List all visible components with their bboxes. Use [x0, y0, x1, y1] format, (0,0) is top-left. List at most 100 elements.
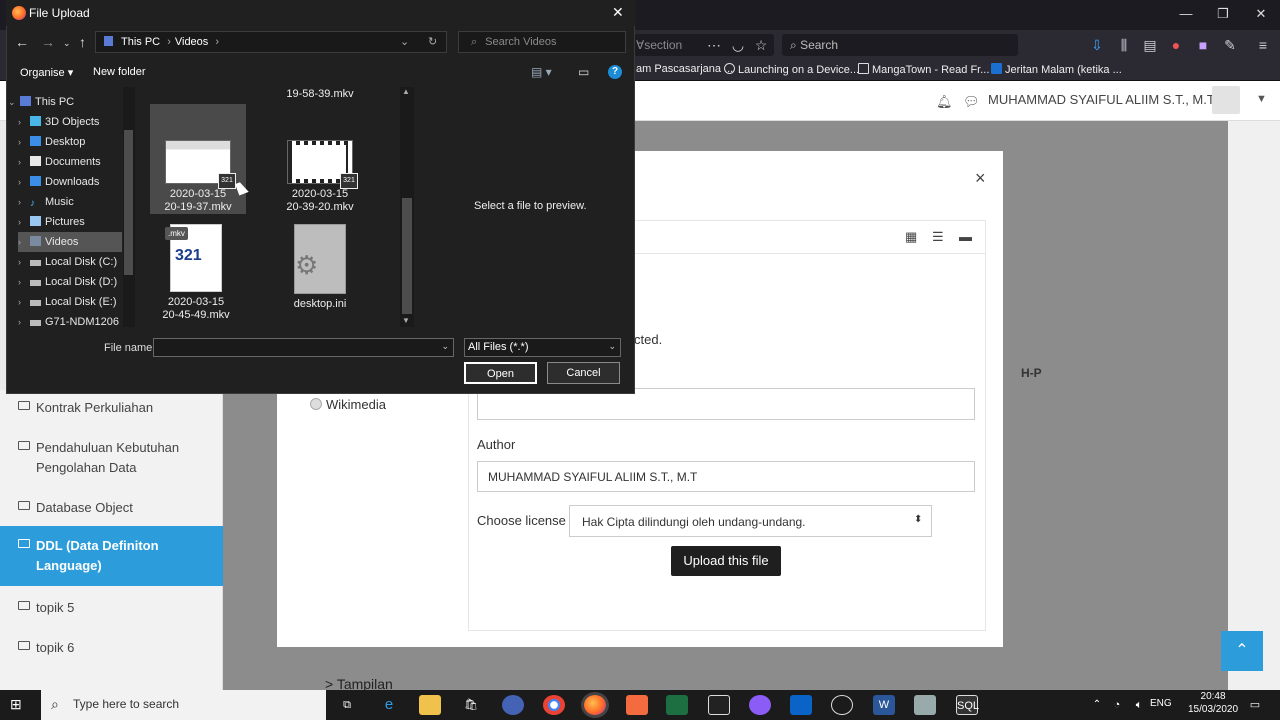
tree-local-disk-d[interactable]: › Local Disk (D:)	[18, 272, 122, 292]
nav-item-ddl[interactable]: DDL (Data Definiton Language)	[0, 526, 223, 586]
sql-icon[interactable]: SQL	[956, 695, 979, 715]
tree-local-disk-e[interactable]: › Local Disk (E:)	[18, 292, 122, 312]
bell-icon[interactable]: 🔔︎	[936, 94, 953, 110]
tree-local-disk-c[interactable]: › Local Disk (C:)	[18, 252, 122, 272]
forward-arrow-icon[interactable]: →	[41, 34, 55, 50]
extension-icon[interactable]: ■	[1193, 37, 1213, 53]
word-icon[interactable]: W	[873, 695, 895, 715]
tree-videos[interactable]: › Videos	[18, 232, 122, 252]
refresh-icon[interactable]: ↻	[428, 35, 437, 48]
store-icon[interactable]: 🛍︎	[460, 695, 482, 715]
nav-item-topik-6[interactable]: topik 6	[0, 638, 223, 658]
preview-pane-icon[interactable]: ▭	[578, 65, 589, 79]
tree-desktop[interactable]: › Desktop	[18, 132, 122, 152]
edge-icon[interactable]: e	[378, 695, 400, 715]
maximize-button[interactable]: ❐	[1213, 6, 1233, 22]
scroll-up-icon[interactable]: ▲	[402, 87, 410, 96]
dialog-search-input[interactable]: ⌕ Search Videos	[458, 31, 626, 53]
maps-icon[interactable]	[749, 695, 771, 715]
folder-view-icon[interactable]: ▬	[959, 229, 972, 244]
chevron-up-icon[interactable]: ⌃	[1086, 695, 1108, 715]
tree-pictures[interactable]: › Pictures	[18, 212, 122, 232]
star-icon[interactable]: ☆	[751, 37, 771, 54]
nav-item-kontrak[interactable]: Kontrak Perkuliahan	[0, 398, 223, 418]
excel-icon[interactable]	[666, 695, 688, 715]
outlook-icon[interactable]	[790, 695, 812, 715]
grid-view-icon[interactable]: ▦	[905, 229, 917, 245]
library-icon[interactable]: ⫼	[1114, 37, 1134, 54]
notification-icon[interactable]: ▭	[1244, 695, 1266, 715]
chat-icon[interactable]: 💬︎	[963, 94, 980, 110]
bookmark-item[interactable]: am Pascasarjana ...	[636, 63, 733, 75]
download-icon[interactable]: ⇩	[1087, 37, 1107, 54]
pen-icon[interactable]: ✎	[1220, 37, 1240, 54]
browser-search-input[interactable]: ⌕ Search	[782, 34, 1018, 56]
recent-locations-icon[interactable]: ⌄	[63, 38, 71, 49]
bookmark-item[interactable]: Launching on a Device...	[724, 63, 859, 76]
tree-music[interactable]: › ♪ Music	[18, 192, 122, 212]
nav-item-database-object[interactable]: Database Object	[0, 498, 223, 518]
back-to-top-button[interactable]: ⌃	[1221, 631, 1263, 671]
new-folder-button[interactable]: New folder	[93, 66, 146, 78]
breadcrumb-this-pc[interactable]: This PC	[121, 36, 160, 48]
avatar[interactable]	[1212, 86, 1240, 114]
filename-input[interactable]: ⌄	[153, 338, 454, 357]
tree-this-pc[interactable]: ⌄ This PC	[8, 92, 112, 112]
chevron-down-icon[interactable]: ⌄	[441, 341, 449, 352]
account-icon[interactable]: ●	[1166, 37, 1186, 53]
tree-documents[interactable]: › Documents	[18, 152, 122, 172]
list-view-icon[interactable]: ☰	[932, 229, 944, 245]
up-arrow-icon[interactable]: ↑	[79, 34, 86, 50]
obs-icon[interactable]	[831, 695, 853, 715]
back-arrow-icon[interactable]: ←	[15, 34, 29, 50]
filetype-select[interactable]: All Files (*.*) ⌄	[464, 338, 621, 357]
author-input[interactable]: MUHAMMAD SYAIFUL ALIIM S.T., M.T	[477, 461, 975, 492]
scroll-down-icon[interactable]: ▼	[402, 316, 410, 325]
bookmark-item[interactable]: MangaTown - Read Fr...	[858, 63, 989, 76]
volume-icon[interactable]: 🔈︎	[1128, 695, 1150, 715]
tree-network-drive[interactable]: › G71-NDM1206 (	[18, 312, 122, 332]
open-button[interactable]: Open	[464, 362, 537, 384]
windows-start-icon[interactable]: ⊞	[10, 696, 22, 713]
file-item[interactable]: .mkv 321 2020-03-15 20-45-49.mkv	[148, 224, 244, 322]
clock[interactable]: 20:48 15/03/2020	[1188, 690, 1238, 716]
cancel-button[interactable]: Cancel	[547, 362, 620, 384]
address-dropdown-icon[interactable]: ⌄	[400, 35, 409, 48]
file-list-scrollbar-thumb[interactable]	[402, 198, 412, 314]
vpn-icon[interactable]	[502, 695, 524, 715]
tree-3d-objects[interactable]: › 3D Objects	[18, 112, 122, 132]
browser-close-button[interactable]: ✕	[1251, 6, 1271, 22]
chevron-down-icon[interactable]: ▼	[1256, 93, 1267, 105]
organise-button[interactable]: Organise ▾	[20, 66, 73, 79]
view-options-icon[interactable]: ▤ ▾	[531, 65, 552, 79]
wifi-icon[interactable]: ◔	[1106, 695, 1128, 715]
repository-wikimedia[interactable]: Wikimedia	[310, 397, 386, 412]
more-icon[interactable]: ⋯	[704, 37, 724, 54]
bookmark-item[interactable]: Jeritan Malam (ketika ...	[991, 63, 1122, 76]
h5p-button[interactable]: H-P	[1021, 366, 1042, 380]
breadcrumb-videos[interactable]: Videos	[175, 36, 208, 48]
file-item-selected[interactable]: 321 2020-03-15 20-19-37.mkv	[150, 104, 246, 214]
upload-button[interactable]: Upload this file	[671, 546, 781, 576]
user-name[interactable]: MUHAMMAD SYAIFUL ALIIM S.T., M.T	[988, 92, 1215, 107]
dialog-close-button[interactable]: ✕	[612, 4, 624, 21]
taskbar-search-input[interactable]: Type here to search	[41, 690, 326, 720]
file-item[interactable]: 19-58-39.mkv	[272, 88, 368, 101]
tree-scrollbar-thumb[interactable]	[124, 130, 133, 275]
pocket-icon[interactable]: ◡	[728, 37, 748, 54]
language-indicator[interactable]: ENG	[1150, 698, 1172, 709]
modal-close-button[interactable]: ×	[975, 168, 986, 189]
file-item[interactable]: 321 2020-03-15 20-39-20.mkv	[272, 140, 368, 214]
file-explorer-icon[interactable]	[419, 695, 441, 715]
sidebar-icon[interactable]: ▤	[1140, 37, 1160, 54]
nav-item-topik-5[interactable]: topik 5	[0, 598, 223, 618]
tree-downloads[interactable]: › Downloads	[18, 172, 122, 192]
minimize-button[interactable]: —	[1176, 6, 1196, 21]
network-icon[interactable]	[914, 695, 936, 715]
license-select[interactable]: Hak Cipta dilindungi oleh undang-undang.	[569, 505, 932, 537]
task-view-icon[interactable]: ⧉	[336, 695, 358, 715]
file-item[interactable]: ⚙ desktop.ini	[272, 224, 368, 311]
chrome-icon[interactable]	[543, 695, 565, 715]
help-icon[interactable]: ?	[608, 65, 622, 79]
menu-icon[interactable]: ≡	[1253, 37, 1273, 53]
